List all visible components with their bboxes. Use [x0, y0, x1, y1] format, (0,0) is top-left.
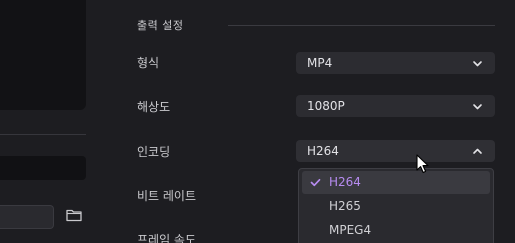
dropdown-option-label: MPEG4 — [329, 223, 372, 237]
divider — [0, 134, 86, 135]
format-value: MP4 — [307, 56, 333, 70]
format-label: 형식 — [137, 56, 160, 70]
encoding-label: 인코딩 — [137, 145, 171, 159]
dropdown-option-label: H264 — [329, 175, 361, 189]
section-title: 출력 설정 — [137, 19, 184, 32]
folder-icon[interactable] — [66, 208, 82, 222]
dropdown-option-h264[interactable]: H264 — [302, 171, 490, 194]
section-divider — [228, 25, 495, 26]
video-preview — [0, 0, 86, 110]
format-select[interactable]: MP4 — [296, 52, 495, 74]
encoding-select[interactable]: H264 — [296, 140, 495, 162]
chevron-down-icon — [473, 61, 482, 67]
resolution-select[interactable]: 1080P — [296, 95, 495, 117]
left-panel — [0, 0, 100, 243]
framerate-label: 프레임 속도 — [137, 233, 197, 243]
chevron-up-icon — [473, 148, 482, 154]
encoding-value: H264 — [307, 144, 339, 158]
resolution-label: 해상도 — [137, 100, 171, 114]
encoding-dropdown-menu: H264 H265 MPEG4 — [298, 168, 494, 243]
dropdown-option-mpeg4[interactable]: MPEG4 — [302, 219, 490, 242]
chevron-down-icon — [473, 104, 482, 110]
dropdown-option-label: H265 — [329, 199, 361, 213]
resolution-value: 1080P — [307, 99, 345, 113]
bitrate-label: 비트 레이트 — [137, 189, 197, 203]
output-directory-field[interactable] — [0, 205, 54, 229]
dropdown-option-h265[interactable]: H265 — [302, 195, 490, 218]
filename-field[interactable] — [0, 156, 86, 180]
check-icon — [310, 178, 321, 187]
export-settings-panel: 출력 설정 형식 MP4 해상도 1080P 인코딩 H264 비트 레이트 프… — [0, 0, 515, 243]
mouse-cursor-icon — [416, 154, 429, 174]
